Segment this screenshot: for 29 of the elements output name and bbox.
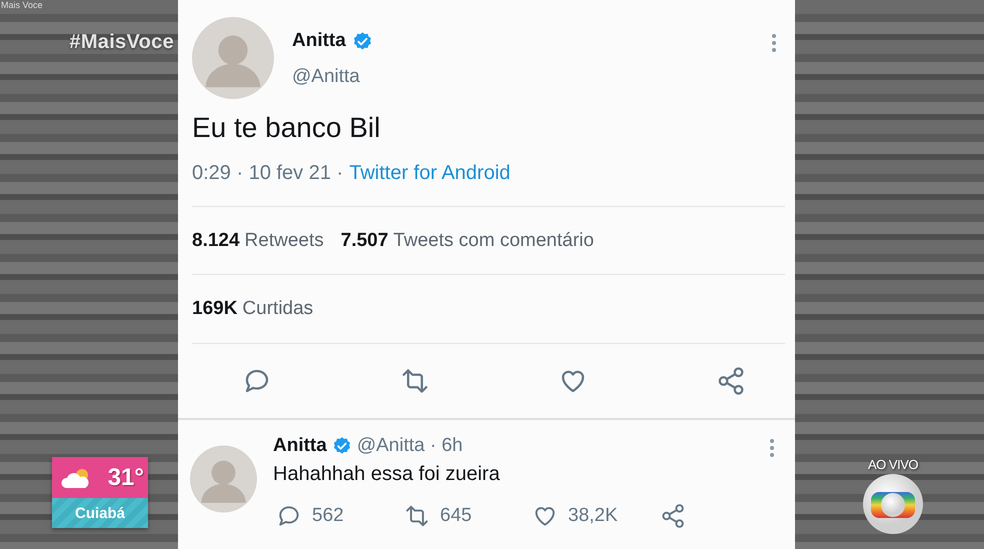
stat-count: 8.124 [192,230,240,252]
user-name: Anitta [292,30,346,52]
live-label: AO VIVO [868,457,918,472]
stat-count: 7.507 [340,230,388,252]
city-name: Cuiabá [52,498,148,528]
tv-channel-logo [863,474,923,534]
retweet-icon[interactable] [400,366,430,396]
share-icon[interactable] [716,366,746,396]
user-handle: @Anitta · 6h [356,435,463,457]
action-count: 645 [440,505,472,527]
retweet-icon[interactable] [404,503,430,529]
stat-label: Tweets com comentário [393,230,594,252]
action-count: 38,2K [568,505,618,527]
reply-text: Hahahhah essa foi zueira [273,463,501,486]
tweet-text: Eu te banco Bil [192,111,382,145]
source-link[interactable]: Twitter for Android [349,160,510,186]
hashtag: #MaisVoce [68,31,175,54]
user-name: Anitta [273,435,327,457]
user-handle: @Anitta [292,66,361,88]
more-options-icon[interactable] [769,438,775,458]
action-count: 562 [312,505,344,527]
more-options-icon[interactable] [771,33,777,53]
tweet-timestamp: 0:29 · 10 fev 21 · [192,161,344,186]
share-icon[interactable] [660,503,686,529]
show-caption: Mais Voce [0,0,44,10]
likes-label: Curtidas [242,298,314,320]
stat-label: Retweets [244,230,324,252]
likes-count: 169K [192,298,238,320]
temperature: 31° [108,464,144,492]
